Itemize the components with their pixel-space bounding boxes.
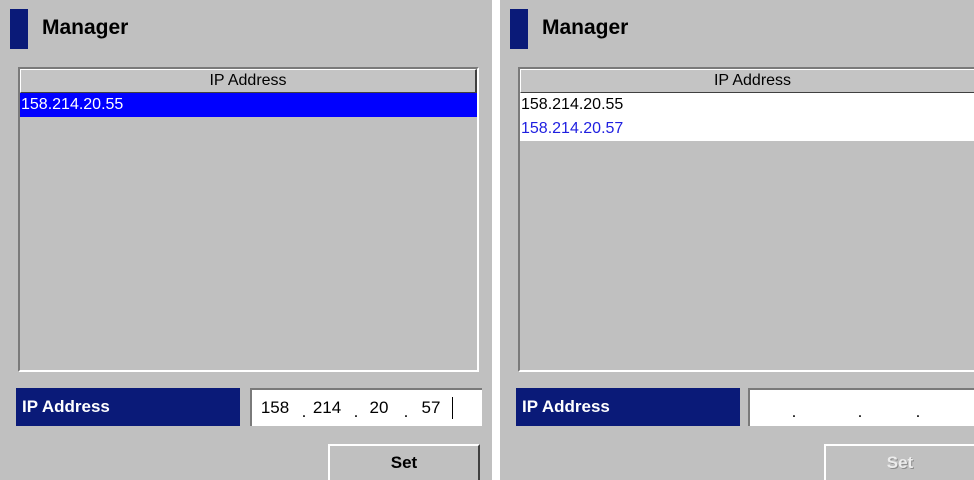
ip-octet-1[interactable]: 158 (258, 398, 292, 418)
ip-address-label: IP Address (516, 388, 740, 426)
panel-title: Manager (542, 16, 629, 39)
ip-address-list[interactable]: IP Address 158.214.20.55 (18, 67, 479, 372)
ip-separator-dot: . (791, 402, 797, 421)
ip-address-input[interactable]: 158 . 214 . 20 . 57 (250, 388, 482, 426)
ip-address-list[interactable]: IP Address 158.214.20.55 158.214.20.57 (518, 67, 974, 372)
ip-separator-dot: . (915, 402, 921, 421)
set-button-disabled[interactable]: Set (824, 444, 974, 480)
ip-separator-dot: . (353, 402, 359, 421)
panel-title: Manager (42, 16, 129, 39)
title-accent-marker (10, 9, 28, 49)
list-column-header[interactable]: IP Address (520, 69, 974, 93)
ip-octet-4[interactable]: 57 (414, 398, 448, 418)
title-accent-marker (510, 9, 528, 49)
list-row-selected[interactable]: 158.214.20.55 (20, 93, 477, 117)
ip-separator-dot: . (403, 402, 409, 421)
list-column-header[interactable]: IP Address (20, 69, 477, 93)
text-caret (452, 397, 453, 419)
manager-panel-right: Manager IP Address 158.214.20.55 158.214… (500, 0, 974, 480)
ip-address-label: IP Address (16, 388, 240, 426)
ip-octet-2[interactable]: 214 (310, 398, 344, 418)
list-row-new-entry[interactable]: 158.214.20.57 (520, 117, 974, 141)
ip-address-input-empty[interactable]: . . . (748, 388, 974, 426)
ip-separator-dot: . (857, 402, 863, 421)
ip-octet-3[interactable]: 20 (362, 398, 396, 418)
set-button[interactable]: Set (328, 444, 480, 480)
list-row[interactable]: 158.214.20.55 (520, 93, 974, 117)
ip-separator-dot: . (301, 402, 307, 421)
manager-panel-left: Manager IP Address 158.214.20.55 IP Addr… (0, 0, 492, 480)
